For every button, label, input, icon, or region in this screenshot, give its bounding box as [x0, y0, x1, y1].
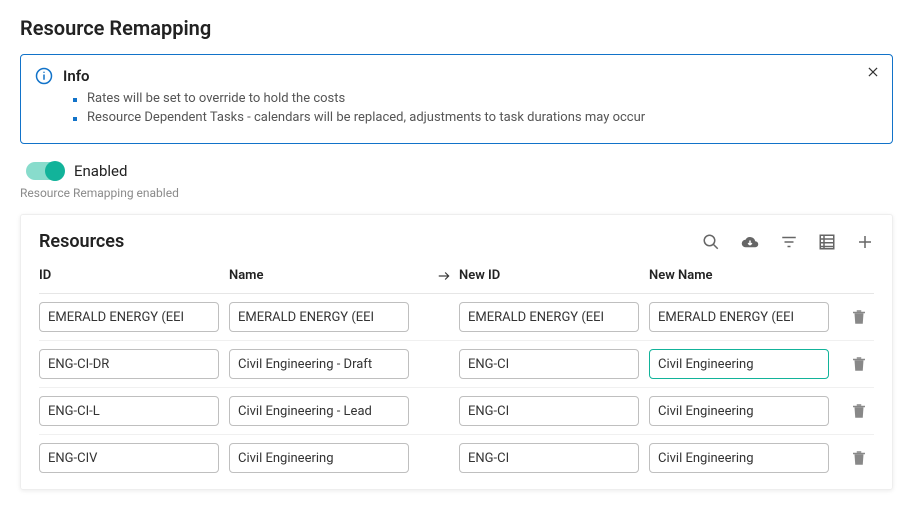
new-id-input[interactable]: ENG-CI	[459, 443, 639, 473]
info-title: Info	[63, 67, 90, 85]
new-name-input[interactable]: EMERALD ENERGY (EEI	[649, 302, 829, 332]
column-headers: ID Name New ID New Name	[39, 262, 874, 294]
delete-icon[interactable]	[839, 402, 879, 420]
filter-icon[interactable]	[780, 233, 798, 251]
id-input[interactable]: EMERALD ENERGY (EEI	[39, 302, 219, 332]
new-name-input[interactable]: Civil Engineering	[649, 349, 829, 379]
name-input[interactable]: EMERALD ENERGY (EEI	[229, 302, 409, 332]
page-title: Resource Remapping	[20, 16, 893, 40]
info-item: Resource Dependent Tasks - calendars wil…	[73, 110, 878, 125]
name-input[interactable]: Civil Engineering	[229, 443, 409, 473]
search-icon[interactable]	[702, 233, 720, 251]
delete-icon[interactable]	[839, 449, 879, 467]
col-new-id: New ID	[459, 268, 649, 283]
new-id-input[interactable]: ENG-CI	[459, 396, 639, 426]
toggle-label: Enabled	[74, 162, 127, 180]
info-icon	[35, 67, 53, 85]
panel-toolbar	[702, 233, 874, 251]
new-name-input[interactable]: Civil Engineering	[649, 396, 829, 426]
col-new-name: New Name	[649, 268, 839, 283]
info-box: Info Rates will be set to override to ho…	[20, 54, 893, 144]
info-list: Rates will be set to override to hold th…	[73, 91, 878, 125]
close-icon[interactable]	[866, 65, 880, 79]
resources-panel: Resources ID Name New ID New Name	[20, 214, 893, 490]
panel-title: Resources	[39, 231, 124, 252]
name-input[interactable]: Civil Engineering - Draft	[229, 349, 409, 379]
cloud-download-icon[interactable]	[740, 233, 760, 251]
id-input[interactable]: ENG-CI-L	[39, 396, 219, 426]
new-id-input[interactable]: ENG-CI	[459, 349, 639, 379]
table-row: EMERALD ENERGY (EEI EMERALD ENERGY (EEI EM…	[39, 294, 874, 341]
id-input[interactable]: ENG-CI-DR	[39, 349, 219, 379]
columns-icon[interactable]	[818, 233, 836, 251]
col-id: ID	[39, 268, 229, 283]
add-icon[interactable]	[856, 233, 874, 251]
id-input[interactable]: ENG-CIV	[39, 443, 219, 473]
new-name-input[interactable]: Civil Engineering	[649, 443, 829, 473]
toggle-caption: Resource Remapping enabled	[20, 186, 893, 200]
table-row: ENG-CI-L Civil Engineering - Lead ENG-CI Ci…	[39, 388, 874, 435]
table-row: ENG-CI-DR Civil Engineering - Draft ENG-CI…	[39, 341, 874, 388]
col-name: Name	[229, 268, 429, 283]
name-input[interactable]: Civil Engineering - Lead	[229, 396, 409, 426]
enabled-toggle[interactable]	[26, 162, 64, 180]
delete-icon[interactable]	[839, 308, 879, 326]
new-id-input[interactable]: EMERALD ENERGY (EEI	[459, 302, 639, 332]
info-item: Rates will be set to override to hold th…	[73, 91, 878, 106]
delete-icon[interactable]	[839, 355, 879, 373]
arrow-icon	[429, 269, 459, 283]
table-row: ENG-CIV Civil Engineering ENG-CI Civil Engi…	[39, 435, 874, 481]
